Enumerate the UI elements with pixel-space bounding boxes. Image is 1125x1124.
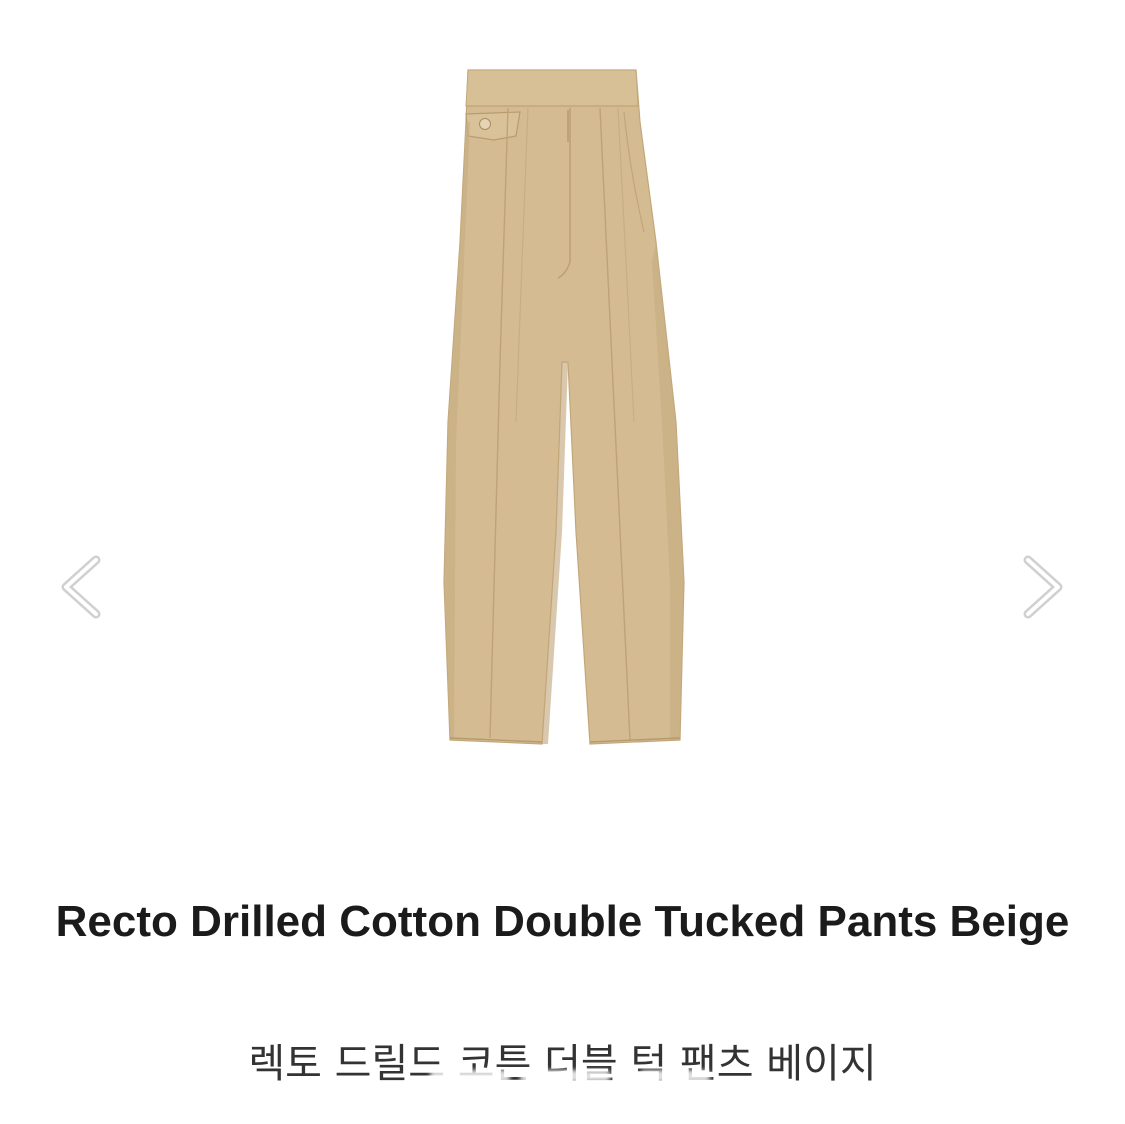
redaction-mark <box>640 1070 710 1082</box>
redaction-mark <box>520 1070 610 1082</box>
product-image <box>443 69 685 745</box>
chevron-right-icon <box>1023 555 1063 619</box>
carousel-next-button[interactable] <box>1012 552 1072 622</box>
carousel-prev-button[interactable] <box>52 552 112 622</box>
flap-button <box>479 118 491 130</box>
chevron-left-icon <box>61 555 101 619</box>
product-image-carousel <box>0 0 1125 820</box>
product-subtitle: 렉토 드릴드 코튼 더블 턱 팬츠 베이지 <box>248 1041 877 1087</box>
pocket-flap <box>465 111 521 141</box>
product-title: Recto Drilled Cotton Double Tucked Pants… <box>55 897 1070 946</box>
pants-waistband <box>465 69 639 107</box>
redaction-mark <box>430 1070 510 1082</box>
